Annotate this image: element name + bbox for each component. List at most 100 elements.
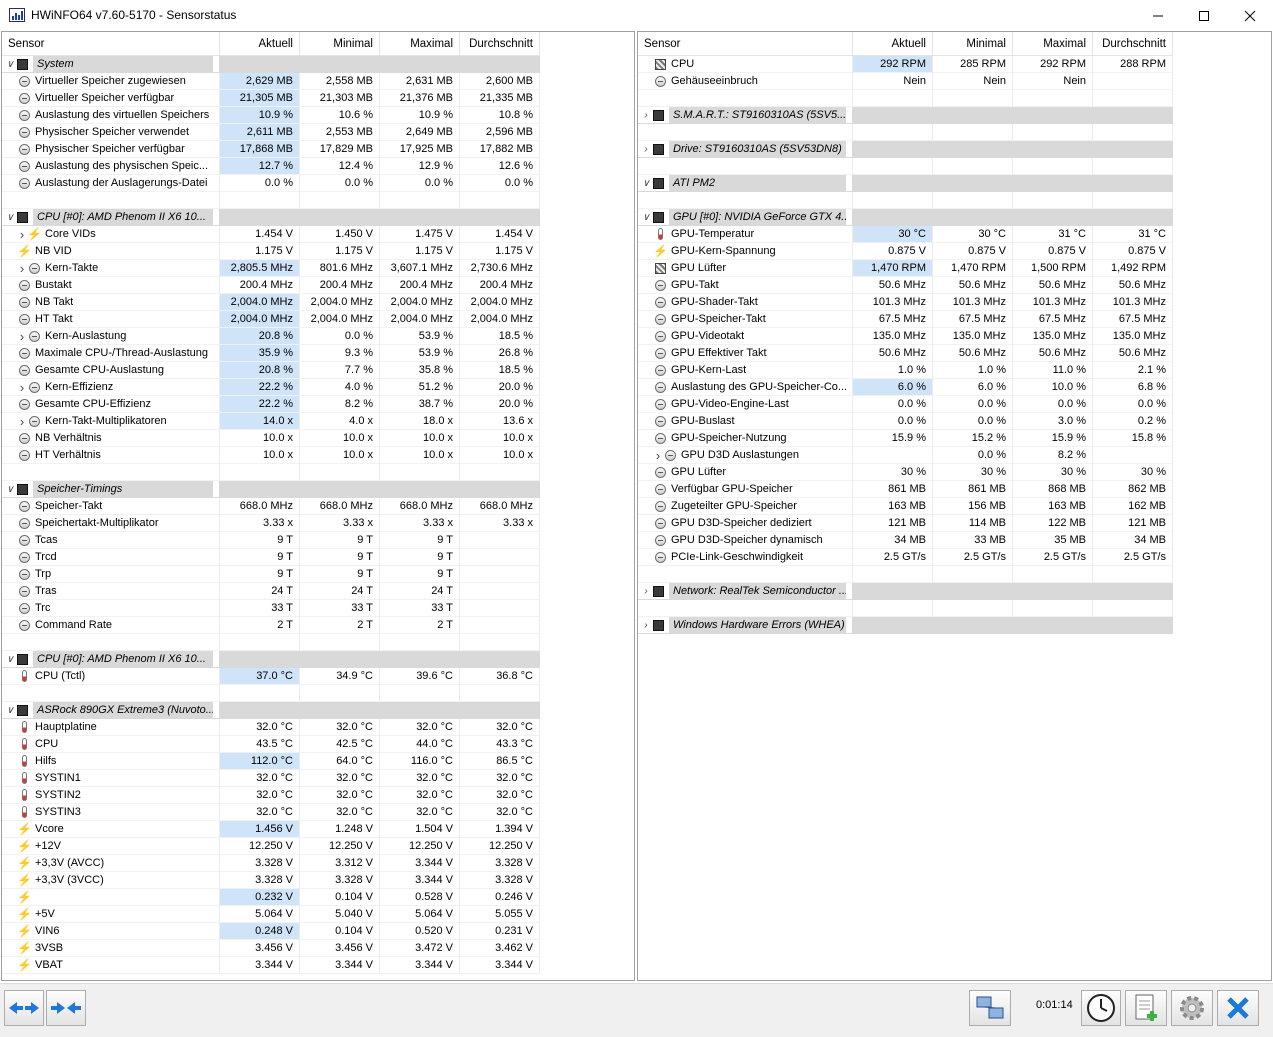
close-sensors-button[interactable] xyxy=(1217,990,1259,1026)
sensor-row[interactable]: ⚡ 0.232 V 0.104 V 0.528 V 0.246 V xyxy=(2,889,540,906)
sensor-row[interactable]: Speichertakt-Multiplikator 3.33 x 3.33 x 3.… xyxy=(2,515,540,532)
col-max-header[interactable]: Maximal xyxy=(380,32,460,56)
collapse-chevron-icon[interactable]: ∨ xyxy=(4,651,16,667)
sensor-row[interactable]: ⚡ +5V 5.064 V 5.040 V 5.064 V 5.055 V xyxy=(2,906,540,923)
sensor-row[interactable]: GPU D3D-Speicher dediziert 121 MB 114 MB 12… xyxy=(638,515,1173,532)
nav-back-button[interactable] xyxy=(4,990,44,1026)
sensor-row[interactable]: Physischer Speicher verfügbar 17,868 MB 17… xyxy=(2,141,540,158)
sensor-row[interactable]: GPU-Speicher-Takt 67.5 MHz 67.5 MHz 67.5 MH… xyxy=(638,311,1173,328)
sensor-row[interactable]: Physischer Speicher verwendet 2,611 MB 2,5… xyxy=(2,124,540,141)
sensor-row[interactable]: Trc 33 T 33 T 33 T xyxy=(2,600,540,617)
sensor-row[interactable]: ⚡ GPU-Kern-Spannung 0.875 V 0.875 V 0.875 V0… xyxy=(638,243,1173,260)
sensor-row[interactable]: › Kern-Effizienz 22.2 % 4.0 % 51.2 % 20.0 % xyxy=(2,379,540,396)
sensor-row[interactable]: NB Takt 2,004.0 MHz 2,004.0 MHz 2,004.0 MHz… xyxy=(2,294,540,311)
sensor-group-row[interactable]: ∨ ATI PM2 xyxy=(638,175,1173,192)
sensor-row[interactable]: GPU D3D-Speicher dynamisch 34 MB 33 MB 35 M… xyxy=(638,532,1173,549)
col-sensor-header[interactable]: Sensor xyxy=(2,32,220,56)
sensor-row[interactable]: Auslastung des virtuellen Speichers 10.9 … xyxy=(2,107,540,124)
expand-chevron-icon[interactable]: › xyxy=(640,583,652,599)
sensor-row[interactable]: Tcas 9 T9 T9 T xyxy=(2,532,540,549)
sensor-row[interactable]: Command Rate 2 T2 T2 T xyxy=(2,617,540,634)
col-avg-header[interactable]: Durchschnitt xyxy=(460,32,540,56)
sensor-row[interactable]: Gesamte CPU-Effizienz 22.2 % 8.2 % 38.7 % 20… xyxy=(2,396,540,413)
collapse-chevron-icon[interactable]: ∨ xyxy=(640,175,652,191)
sensor-row[interactable]: Virtueller Speicher zugewiesen 2,629 MB 2,… xyxy=(2,73,540,90)
sensor-group-row[interactable]: ∨ System xyxy=(2,56,540,73)
sensor-row[interactable]: Trcd 9 T9 T9 T xyxy=(2,549,540,566)
expand-chevron-icon[interactable]: › xyxy=(16,328,28,344)
sensor-row[interactable]: ⚡ 3VSB 3.456 V 3.456 V 3.472 V 3.462 V xyxy=(2,940,540,957)
sensor-row[interactable]: Trp 9 T9 T9 T xyxy=(2,566,540,583)
sensor-group-row[interactable]: › Windows Hardware Errors (WHEA) xyxy=(638,617,1173,634)
nav-forward-button[interactable] xyxy=(46,990,86,1026)
sensor-row[interactable]: Gesamte CPU-Auslastung 20.8 % 7.7 % 35.8 % 1… xyxy=(2,362,540,379)
sensor-row[interactable]: ⚡ NB VID 1.175 V 1.175 V 1.175 V 1.175 V xyxy=(2,243,540,260)
col-current-header[interactable]: Aktuell xyxy=(220,32,300,56)
sensor-group-row[interactable]: ∨ Speicher-Timings xyxy=(2,481,540,498)
sensor-row[interactable]: NB Verhältnis 10.0 x 10.0 x 10.0 x 10.0 x xyxy=(2,430,540,447)
col-current-header[interactable]: Aktuell xyxy=(853,32,933,56)
collapse-chevron-icon[interactable]: ∨ xyxy=(4,56,16,72)
sensor-group-row[interactable]: ∨ CPU [#0]: AMD Phenom II X6 10... xyxy=(2,209,540,226)
expand-chevron-icon[interactable]: › xyxy=(16,379,28,395)
sensor-row[interactable]: GPU Lüfter 30 % 30 % 30 % 30 % xyxy=(638,464,1173,481)
sensor-row[interactable]: CPU 292 RPM 285 RPM 292 RPM 288 RPM xyxy=(638,56,1173,73)
sensor-row[interactable]: HT Verhältnis 10.0 x 10.0 x 10.0 x 10.0 x xyxy=(2,447,540,464)
sensor-row[interactable]: CPU 43.5 °C 42.5 °C 44.0 °C 43.3 °C xyxy=(2,736,540,753)
col-sensor-header[interactable]: Sensor xyxy=(638,32,853,56)
sensor-row[interactable]: GPU-Buslast 0.0 % 0.0 % 3.0 % 0.2 % xyxy=(638,413,1173,430)
sensor-row[interactable]: Hilfs 112.0 °C 64.0 °C 116.0 °C 86.5 °C xyxy=(2,753,540,770)
add-report-button[interactable] xyxy=(1125,990,1167,1026)
left-sensor-panel[interactable]: Sensor Aktuell Minimal Maximal Durchschn… xyxy=(1,31,635,981)
sensor-row[interactable]: Maximale CPU-/Thread-Auslastung 35.9 % 9.3… xyxy=(2,345,540,362)
sensor-row[interactable]: CPU (Tctl) 37.0 °C 34.9 °C 39.6 °C 36.8 °C xyxy=(2,668,540,685)
sensor-row[interactable]: › Kern-Takte 2,805.5 MHz 801.6 MHz 3,607.1 M… xyxy=(2,260,540,277)
sensor-row[interactable]: › GPU D3D Auslastungen 0.0 % 8.2 % xyxy=(638,447,1173,464)
expand-chevron-icon[interactable]: › xyxy=(652,447,664,463)
maximize-button[interactable] xyxy=(1181,0,1227,31)
expand-chevron-icon[interactable]: › xyxy=(640,617,652,633)
sensor-row[interactable]: ⚡ VIN6 0.248 V 0.104 V 0.520 V 0.231 V xyxy=(2,923,540,940)
sensor-row[interactable]: Auslastung des physischen Speic... 12.7 %… xyxy=(2,158,540,175)
sensor-group-row[interactable]: › Drive: ST9160310AS (5SV53DN8) xyxy=(638,141,1173,158)
sensor-row[interactable]: Bustakt 200.4 MHz 200.4 MHz 200.4 MHz 200.4 … xyxy=(2,277,540,294)
sensor-row[interactable]: Auslastung des GPU-Speicher-Co... 6.0 % 6.… xyxy=(638,379,1173,396)
sensor-row[interactable]: GPU Effektiver Takt 50.6 MHz 50.6 MHz 50.6 … xyxy=(638,345,1173,362)
sensor-row[interactable]: ⚡ +12V 12.250 V 12.250 V 12.250 V 12.250 V xyxy=(2,838,540,855)
col-min-header[interactable]: Minimal xyxy=(300,32,380,56)
expand-chevron-icon[interactable]: › xyxy=(16,413,28,429)
sensor-row[interactable]: PCIe-Link-Geschwindigkeit 2.5 GT/s 2.5 GT/… xyxy=(638,549,1173,566)
sensor-group-row[interactable]: ∨ CPU [#0]: AMD Phenom II X6 10... xyxy=(2,651,540,668)
sensor-row[interactable]: Hauptplatine 32.0 °C 32.0 °C 32.0 °C 32.0 °C xyxy=(2,719,540,736)
right-sensor-panel[interactable]: Sensor Aktuell Minimal Maximal Durchschn… xyxy=(637,31,1272,981)
sensor-row[interactable]: SYSTIN1 32.0 °C 32.0 °C 32.0 °C 32.0 °C xyxy=(2,770,540,787)
sensor-row[interactable]: Tras 24 T 24 T 24 T xyxy=(2,583,540,600)
sensor-row[interactable]: GPU-Temperatur 30 °C 30 °C 31 °C 31 °C xyxy=(638,226,1173,243)
sensor-row[interactable]: GPU-Shader-Takt 101.3 MHz 101.3 MHz 101.3 M… xyxy=(638,294,1173,311)
sensor-row[interactable]: SYSTIN3 32.0 °C 32.0 °C 32.0 °C 32.0 °C xyxy=(2,804,540,821)
sensor-row[interactable]: › Kern-Takt-Multiplikatoren 14.0 x 4.0 x 18.… xyxy=(2,413,540,430)
sensor-row[interactable]: GPU-Kern-Last 1.0 % 1.0 % 11.0 % 2.1 % xyxy=(638,362,1173,379)
sensor-row[interactable]: › ⚡ Core VIDs 1.454 V 1.450 V 1.475 V 1.454 V xyxy=(2,226,540,243)
sensor-group-row[interactable]: › S.M.A.R.T.: ST9160310AS (5SV5... xyxy=(638,107,1173,124)
sensor-row[interactable]: GPU-Video-Engine-Last 0.0 % 0.0 % 0.0 % 0.0 … xyxy=(638,396,1173,413)
collapse-chevron-icon[interactable]: ∨ xyxy=(4,481,16,497)
sensor-row[interactable]: GPU-Speicher-Nutzung 15.9 % 15.2 % 15.9 % 15… xyxy=(638,430,1173,447)
sensor-row[interactable]: Gehäuseeinbruch Nein Nein Nein xyxy=(638,73,1173,90)
sensor-row[interactable]: ⚡ +3,3V (AVCC) 3.328 V 3.312 V 3.344 V 3.328 … xyxy=(2,855,540,872)
expand-chevron-icon[interactable]: › xyxy=(640,141,652,157)
sensor-row[interactable]: ⚡ VBAT 3.344 V 3.344 V 3.344 V 3.344 V xyxy=(2,957,540,974)
expand-chevron-icon[interactable]: › xyxy=(16,260,28,276)
sensor-row[interactable]: GPU-Videotakt 135.0 MHz 135.0 MHz 135.0 MHz… xyxy=(638,328,1173,345)
col-avg-header[interactable]: Durchschnitt xyxy=(1093,32,1173,56)
sensor-row[interactable]: GPU Lüfter 1,470 RPM 1,470 RPM 1,500 RPM 1,4… xyxy=(638,260,1173,277)
sensor-group-row[interactable]: › Network: RealTek Semiconductor ... xyxy=(638,583,1173,600)
collapse-chevron-icon[interactable]: ∨ xyxy=(4,702,16,718)
sensor-group-row[interactable]: ∨ ASRock 890GX Extreme3 (Nuvoto... xyxy=(2,702,540,719)
col-min-header[interactable]: Minimal xyxy=(933,32,1013,56)
sensor-row[interactable]: HT Takt 2,004.0 MHz 2,004.0 MHz 2,004.0 MHz… xyxy=(2,311,540,328)
sensor-row[interactable]: GPU-Takt 50.6 MHz 50.6 MHz 50.6 MHz 50.6 MHz xyxy=(638,277,1173,294)
sensor-row[interactable]: › Kern-Auslastung 20.8 % 0.0 % 53.9 % 18.5 % xyxy=(2,328,540,345)
collapse-chevron-icon[interactable]: ∨ xyxy=(640,209,652,225)
close-button[interactable] xyxy=(1227,0,1273,31)
